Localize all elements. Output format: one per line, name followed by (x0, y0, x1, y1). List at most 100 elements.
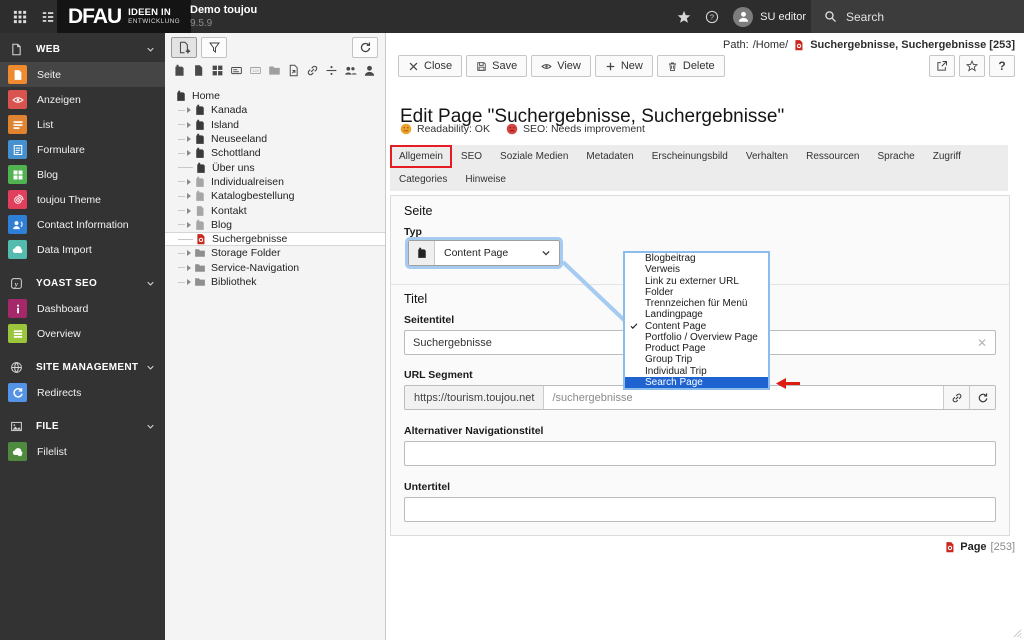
bookmarks-icon[interactable] (677, 10, 691, 24)
expand-arrow-icon[interactable] (187, 193, 191, 200)
dropdown-option-trennzeichen-f-r-men[interactable]: Trennzeichen für Menü (625, 298, 768, 309)
tree-node-home[interactable]: Home (165, 89, 385, 103)
dropdown-option-portfolio-overview-page[interactable]: Portfolio / Overview Page (625, 332, 768, 343)
sidebar-item-filelist[interactable]: Filelist (0, 439, 165, 464)
sidebar-item-blog[interactable]: Blog (0, 162, 165, 187)
sidebar-item-toujou-theme[interactable]: toujou Theme (0, 187, 165, 212)
drag-doc-icon[interactable] (192, 64, 205, 77)
sidebar-item-formulare[interactable]: Formulare (0, 137, 165, 162)
drag-card-icon[interactable] (230, 64, 243, 77)
tab-ressourcen[interactable]: Ressourcen (797, 145, 868, 168)
dropdown-option-verweis[interactable]: Verweis (625, 264, 768, 275)
sidebar-section-file[interactable]: FILE (0, 414, 165, 439)
help-button[interactable]: ? (989, 55, 1015, 77)
tree-node-katalogbestellung[interactable]: Katalogbestellung (165, 189, 385, 203)
tree-node-bibliothek[interactable]: Bibliothek (165, 275, 385, 289)
expand-arrow-icon[interactable] (187, 207, 191, 214)
save-button[interactable]: Save (466, 55, 528, 77)
tab-erscheinungsbild[interactable]: Erscheinungsbild (643, 145, 737, 168)
tab-allgemein[interactable]: Allgemein (390, 145, 452, 168)
drag-person-icon[interactable] (363, 64, 376, 77)
tab-sprache[interactable]: Sprache (868, 145, 923, 168)
open-in-new-window-button[interactable] (929, 55, 955, 77)
drag-divider-icon[interactable] (325, 64, 338, 77)
refresh-tree-button[interactable] (352, 37, 378, 58)
sidebar-item-seite[interactable]: Seite (0, 62, 165, 87)
sidebar-item-list[interactable]: List (0, 112, 165, 137)
dfau-logo[interactable]: DFAU IDEEN IN ENTWICKLUNG (57, 0, 192, 33)
tab-metadaten[interactable]: Metadaten (577, 145, 642, 168)
sidebar-item-contact-information[interactable]: Contact Information (0, 212, 165, 237)
tab-verhalten[interactable]: Verhalten (737, 145, 797, 168)
help-icon[interactable]: ? (705, 10, 719, 24)
tab-zugriff[interactable]: Zugriff (924, 145, 970, 168)
new-page-button[interactable] (171, 37, 197, 58)
dropdown-option-blogbeitrag[interactable]: Blogbeitrag (625, 253, 768, 264)
nav-title-input[interactable] (405, 442, 995, 465)
expand-arrow-icon[interactable] (187, 221, 191, 228)
dropdown-option-content-page[interactable]: Content Page (625, 321, 768, 332)
tree-node-individualreisen[interactable]: Individualreisen (165, 175, 385, 189)
module-menu-toggle-button[interactable] (6, 0, 34, 33)
typo3-version: 9.5.9 (190, 17, 213, 29)
global-search[interactable]: Search (811, 0, 1024, 33)
expand-arrow-icon[interactable] (187, 150, 191, 157)
tab-categories[interactable]: Categories (390, 168, 456, 191)
expand-arrow-icon[interactable] (187, 121, 191, 128)
delete-button[interactable]: Delete (656, 55, 725, 77)
expand-arrow-icon[interactable] (187, 264, 191, 271)
sidebar-item-overview[interactable]: Overview (0, 321, 165, 346)
resize-handle[interactable] (1011, 627, 1022, 638)
drag-folder-icon[interactable] (268, 64, 281, 77)
tree-node-neuseeland[interactable]: Neuseeland (165, 132, 385, 146)
sidebar-section-site-management[interactable]: SITE MANAGEMENT (0, 355, 165, 380)
drag-grid-icon[interactable] (211, 64, 224, 77)
expand-arrow-icon[interactable] (187, 279, 191, 285)
sidebar-section-web[interactable]: WEB (0, 37, 165, 62)
dropdown-option-search-page[interactable]: Search Page (625, 376, 768, 388)
untertitel-input[interactable] (405, 498, 995, 521)
drag-people-icon[interactable] (344, 64, 357, 77)
tree-node-kanada[interactable]: Kanada (165, 103, 385, 117)
tab-soziale-medien[interactable]: Soziale Medien (491, 145, 577, 168)
sidebar-item-redirects[interactable]: Redirects (0, 380, 165, 405)
sidebar-item-anzeigen[interactable]: Anzeigen (0, 87, 165, 112)
bookmark-button[interactable] (959, 55, 985, 77)
dropdown-option-folder[interactable]: Folder (625, 287, 768, 298)
tree-node-blog[interactable]: Blog (165, 218, 385, 232)
tree-node-storage-folder[interactable]: Storage Folder (165, 246, 385, 260)
dropdown-option-individual-trip[interactable]: Individual Trip (625, 366, 768, 377)
clear-input-icon[interactable]: ✕ (969, 336, 995, 350)
tree-node-island[interactable]: Island (165, 118, 385, 132)
expand-arrow-icon[interactable] (187, 136, 191, 143)
refresh-url-button[interactable] (969, 386, 995, 409)
tree-node-suchergebnisse[interactable]: Suchergebnisse (165, 231, 385, 247)
user-menu[interactable]: SU editor (733, 6, 806, 27)
tab-hinweise[interactable]: Hinweise (456, 168, 515, 191)
filter-button[interactable] (201, 37, 227, 58)
tab-seo[interactable]: SEO (452, 145, 491, 168)
tree-node-ber-uns[interactable]: Über uns (165, 160, 385, 174)
drag-page-arrow-icon[interactable] (287, 64, 300, 77)
close-button[interactable]: Close (398, 55, 463, 77)
expand-arrow-icon[interactable] (187, 250, 191, 257)
page-type-select[interactable]: Content Page (405, 237, 563, 269)
recalculate-url-button[interactable] (943, 386, 969, 409)
tree-node-schottland[interactable]: Schottland (165, 146, 385, 160)
expand-arrow-icon[interactable] (187, 178, 191, 185)
dropdown-option-link-zu-externer-url[interactable]: Link zu externer URL (625, 276, 768, 287)
view-button[interactable]: View (531, 55, 591, 77)
drag-link-icon[interactable] (306, 64, 319, 77)
expand-arrow-icon[interactable] (187, 107, 191, 114)
sidebar-item-data-import[interactable]: Data Import (0, 237, 165, 262)
dropdown-option-landingpage[interactable]: Landingpage (625, 309, 768, 320)
drag-card-num-icon[interactable]: 123 (249, 64, 262, 77)
tree-node-kontakt[interactable]: Kontakt (165, 203, 385, 217)
sidebar-item-dashboard[interactable]: Dashboard (0, 296, 165, 321)
new-button[interactable]: New (594, 55, 653, 77)
dropdown-option-product-page[interactable]: Product Page (625, 343, 768, 354)
drag-page-icon[interactable] (173, 64, 186, 77)
dropdown-option-group-trip[interactable]: Group Trip (625, 354, 768, 365)
sidebar-section-yoast-seo[interactable]: y YOAST SEO (0, 271, 165, 296)
tree-node-service-navigation[interactable]: Service-Navigation (165, 261, 385, 275)
